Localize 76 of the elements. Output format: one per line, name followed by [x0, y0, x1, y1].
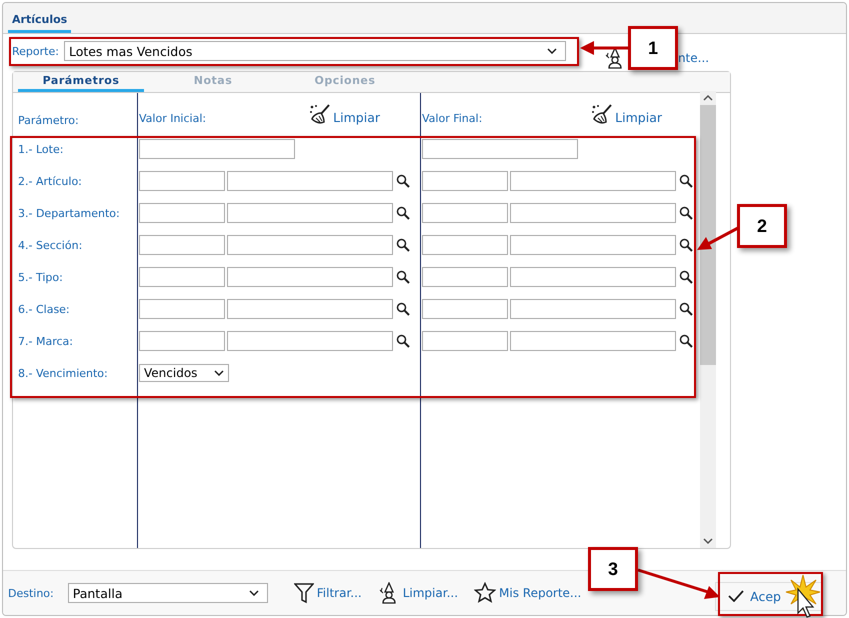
search-icon[interactable]: [396, 238, 410, 252]
broom-icon: [309, 103, 332, 125]
parameter-label: 6.- Clase:: [18, 302, 70, 316]
report-label: Reporte:: [12, 44, 59, 58]
description-field[interactable]: [510, 203, 676, 223]
search-icon[interactable]: [679, 270, 693, 284]
search-icon[interactable]: [679, 302, 693, 316]
action-button[interactable]: Mis Reporte...: [474, 582, 582, 604]
dropdown-caret-icon: [546, 48, 557, 54]
search-icon[interactable]: [396, 302, 410, 316]
description-field[interactable]: [510, 299, 676, 319]
description-field[interactable]: [227, 331, 393, 351]
description-field[interactable]: [227, 235, 393, 255]
search-icon[interactable]: [679, 334, 693, 348]
dropdown[interactable]: Vencidos: [139, 364, 229, 382]
parameter-label: 1.- Lote:: [18, 142, 64, 156]
description-field[interactable]: [227, 203, 393, 223]
tab[interactable]: Parámetros: [18, 72, 144, 92]
code-field[interactable]: [422, 331, 508, 351]
dropdown-caret-icon: [214, 370, 224, 376]
side-link[interactable]: nte...: [678, 51, 710, 65]
funnel-icon: [294, 582, 314, 604]
code-field[interactable]: [422, 267, 508, 287]
input-field[interactable]: [422, 139, 578, 159]
search-icon[interactable]: [396, 270, 410, 284]
code-field[interactable]: [422, 299, 508, 319]
report-dropdown[interactable]: Lotes mas Vencidos: [64, 41, 566, 61]
arrow: [697, 226, 739, 250]
callout-number: 3: [588, 547, 638, 591]
callout-number: 2: [737, 204, 787, 248]
parameter-label: 8.- Vencimiento:: [18, 366, 108, 380]
code-field[interactable]: [139, 203, 225, 223]
code-field[interactable]: [422, 235, 508, 255]
search-icon[interactable]: [396, 174, 410, 188]
code-field[interactable]: [139, 171, 225, 191]
search-icon[interactable]: [679, 174, 693, 188]
destination-dropdown[interactable]: Pantalla: [68, 583, 268, 603]
search-icon[interactable]: [396, 334, 410, 348]
dropdown-caret-icon: [248, 590, 259, 596]
destination-label: Destino:: [8, 586, 54, 600]
description-field[interactable]: [510, 171, 676, 191]
scrollbar-thumb[interactable]: [700, 105, 716, 365]
description-field[interactable]: [510, 331, 676, 351]
callout-number: 1: [628, 26, 678, 70]
parameter-label: 3.- Departamento:: [18, 206, 120, 220]
code-field[interactable]: [422, 171, 508, 191]
description-field[interactable]: [227, 299, 393, 319]
code-field[interactable]: [139, 267, 225, 287]
column-header: Valor Final:: [422, 112, 482, 125]
column-header: Valor Inicial:: [139, 112, 206, 125]
description-field[interactable]: [510, 235, 676, 255]
parameter-label: 4.- Sección:: [18, 238, 82, 252]
code-field[interactable]: [422, 203, 508, 223]
star-icon: [474, 582, 496, 604]
code-field[interactable]: [139, 299, 225, 319]
parameter-label: 5.- Tipo:: [18, 270, 63, 284]
action-button[interactable]: Filtrar...: [294, 582, 362, 604]
column-header: Parámetro:: [18, 114, 79, 127]
code-field[interactable]: [139, 331, 225, 351]
input-field[interactable]: [139, 139, 295, 159]
arrow: [580, 41, 628, 55]
description-field[interactable]: [227, 171, 393, 191]
parameter-label: 7.- Marca:: [18, 334, 73, 348]
clear-button[interactable]: Limpiar: [309, 103, 380, 125]
code-field[interactable]: [139, 235, 225, 255]
search-icon[interactable]: [679, 206, 693, 220]
search-icon[interactable]: [679, 238, 693, 252]
description-field[interactable]: [227, 267, 393, 287]
description-field[interactable]: [510, 267, 676, 287]
action-button[interactable]: Limpiar...: [378, 582, 458, 604]
tab[interactable]: Artículos: [8, 13, 72, 33]
clear-button[interactable]: Limpiar: [591, 103, 662, 125]
search-icon[interactable]: [396, 206, 410, 220]
parameter-label: 2.- Artículo:: [18, 174, 82, 188]
check-icon: [728, 590, 744, 602]
broom-icon: [591, 103, 614, 125]
